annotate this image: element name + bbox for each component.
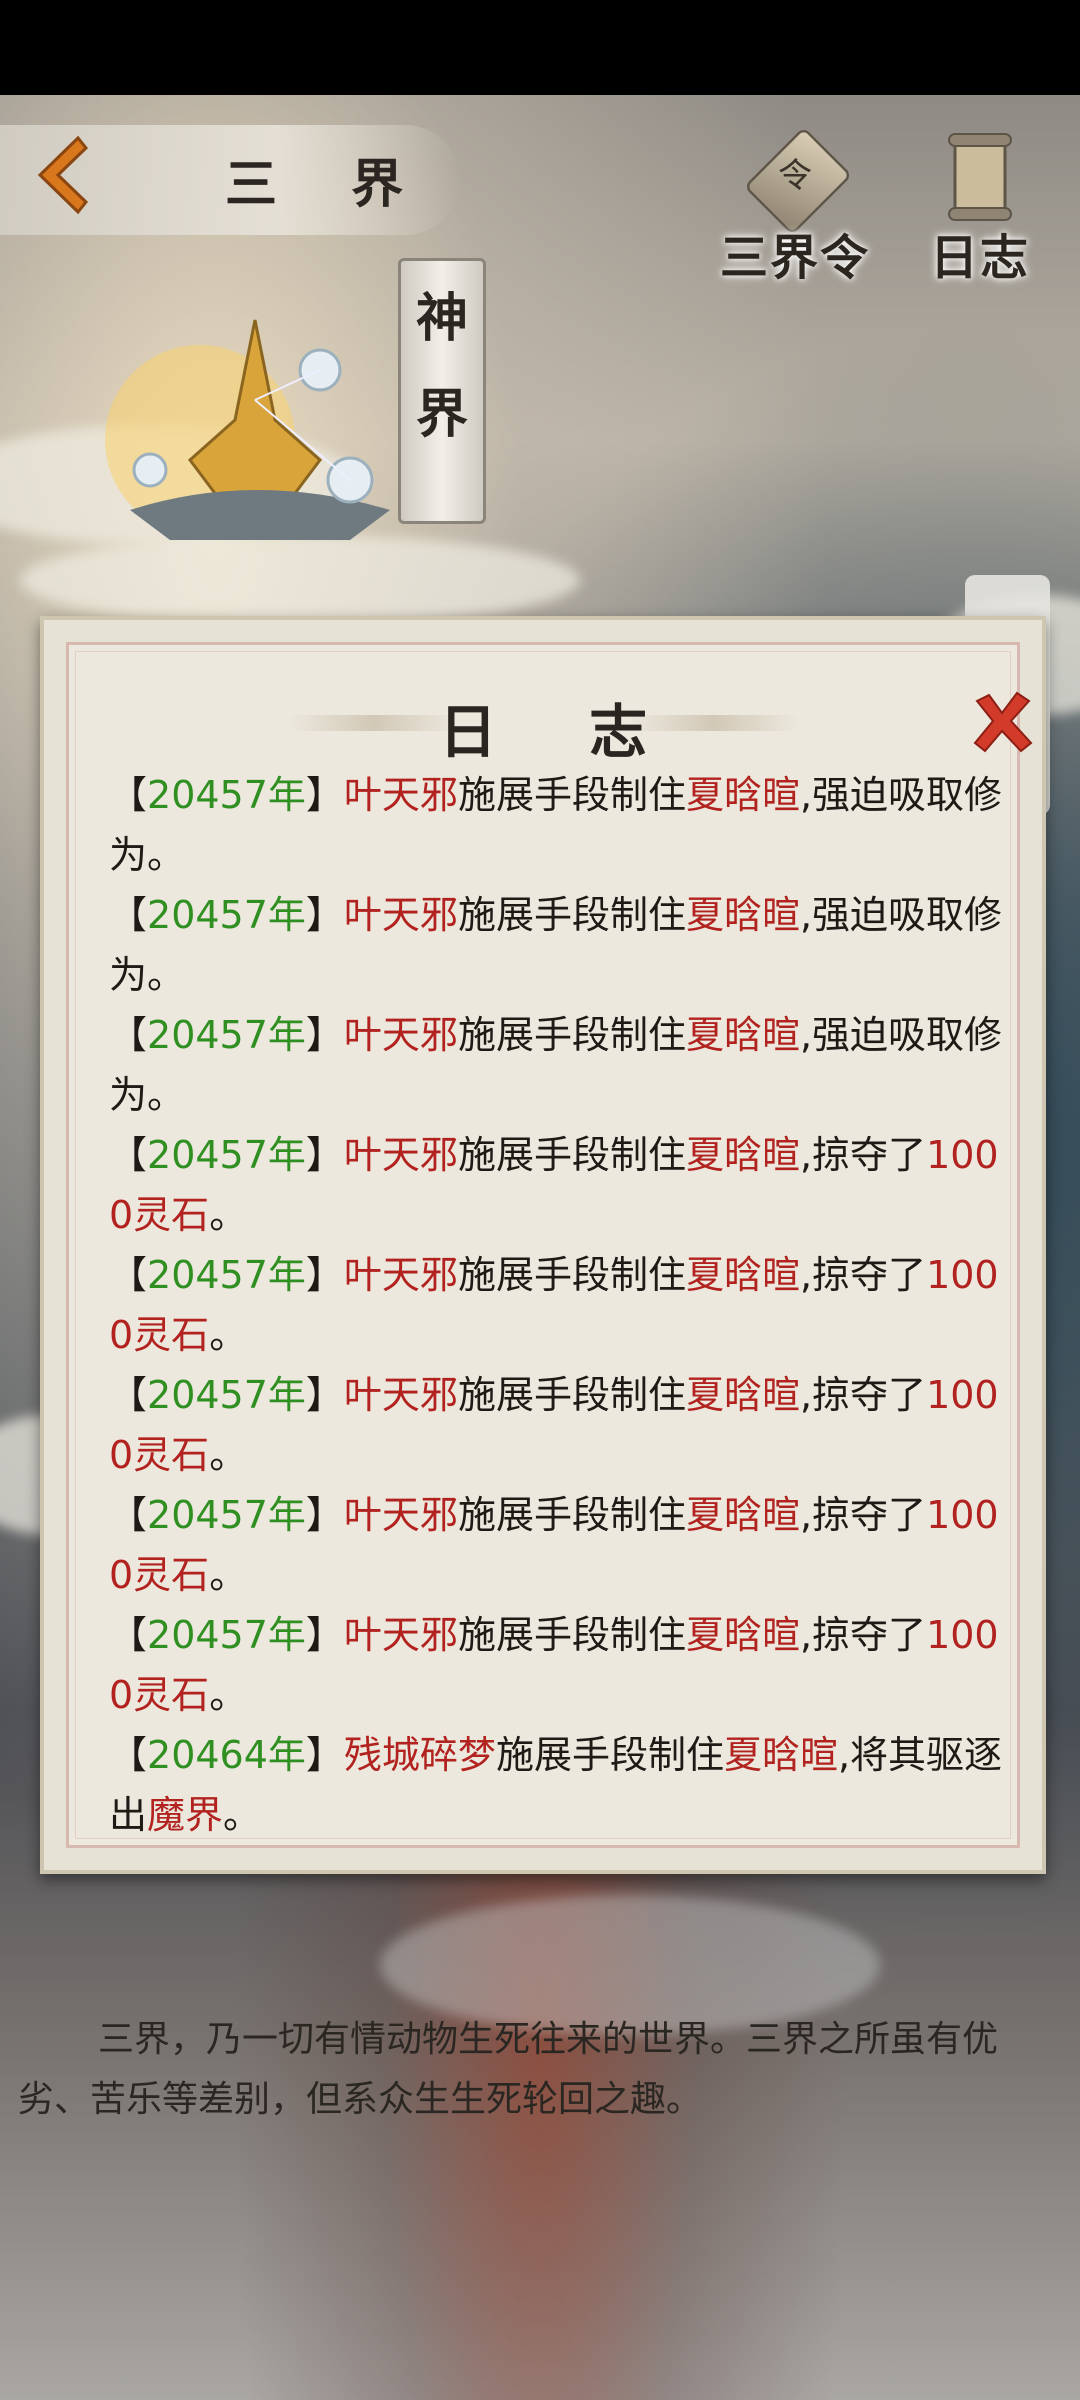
log-year: 20464年: [147, 1733, 306, 1777]
log-entry: 【20464年】残城碎梦施展手段制住夏晗暄,将其驱逐出魔界。: [109, 1725, 1009, 1845]
log-verb: 施展手段制住: [457, 1133, 686, 1177]
log-target: 夏晗暄: [685, 1373, 800, 1417]
log-actor: 叶天邪: [343, 1493, 458, 1537]
log-bracket-open: 【: [109, 1013, 148, 1057]
log-actor: 叶天邪: [343, 1253, 458, 1297]
log-target: 夏晗暄: [723, 1733, 838, 1777]
log-target: 夏晗暄: [685, 1253, 800, 1297]
log-actor: 叶天邪: [343, 1133, 458, 1177]
realm-description: 三界，乃一切有情动物生死往来的世界。三界之所虽有优劣、苦乐等差别，但系众生生死轮…: [18, 2019, 999, 2120]
log-dialog: 日 志 【20457年】叶天邪施展手段制住夏晗暄,强迫吸取修为。 【20457年】…: [40, 616, 1046, 1874]
log-target: 夏晗暄: [685, 1493, 800, 1537]
log-bracket-open: 【: [109, 1253, 148, 1297]
log-label: 日志: [929, 230, 1030, 286]
log-action: ,掠夺了: [799, 1373, 927, 1417]
log-bracket-close: 】: [305, 1013, 344, 1057]
log-verb: 施展手段制住: [457, 773, 686, 817]
sanjie-ling-label: 三界令: [720, 230, 871, 286]
log-bracket-open: 【: [109, 773, 148, 817]
log-dialog-header: 日 志: [69, 685, 1017, 766]
log-year: 20457年: [147, 1253, 306, 1297]
log-entry: 【20457年】叶天邪施展手段制住夏晗暄,掠夺了1000灵石。: [109, 1365, 1009, 1485]
log-entry: 【20457年】叶天邪施展手段制住夏晗暄,强迫吸取修为。: [109, 765, 1009, 885]
log-target: 夏晗暄: [685, 773, 800, 817]
log-verb: 施展手段制住: [457, 1373, 686, 1417]
log-verb: 施展手段制住: [457, 893, 686, 937]
log-bracket-open: 【: [109, 1733, 148, 1777]
log-target: 夏晗暄: [685, 1613, 800, 1657]
status-bar: [0, 0, 1080, 95]
log-year: 20457年: [147, 1373, 306, 1417]
log-list: 【20457年】叶天邪施展手段制住夏晗暄,强迫吸取修为。 【20457年】叶天邪施…: [109, 765, 1009, 1845]
log-tail: 。: [209, 1673, 248, 1717]
log-year: 20457年: [147, 1133, 306, 1177]
log-entry: 【20457年】叶天邪施展手段制住夏晗暄,掠夺了1000灵石。: [109, 1125, 1009, 1245]
log-bracket-close: 】: [305, 893, 344, 937]
log-target: 夏晗暄: [685, 1133, 800, 1177]
log-verb: 施展手段制住: [457, 1613, 686, 1657]
log-target: 夏晗暄: [685, 1013, 800, 1057]
log-tail: 。: [209, 1433, 248, 1477]
log-actor: 叶天邪: [343, 1013, 458, 1057]
log-year: 20457年: [147, 1613, 306, 1657]
page-title: 三 界: [225, 154, 432, 215]
log-action: ,掠夺了: [799, 1493, 927, 1537]
sanjie-ling-button[interactable]: 令 三界令: [720, 118, 870, 288]
log-tail: 。: [209, 1313, 248, 1357]
log-entry: 【20457年】叶天邪施展手段制住夏晗暄,强迫吸取修为。: [109, 885, 1009, 1005]
log-bracket-close: 】: [305, 1253, 344, 1297]
back-arrow-icon: [37, 135, 89, 215]
log-year: 20457年: [147, 1493, 306, 1537]
log-year: 20457年: [147, 893, 306, 937]
log-bracket-open: 【: [109, 1613, 148, 1657]
log-bracket-open: 【: [109, 893, 148, 937]
log-entry: 【20457年】叶天邪施展手段制住夏晗暄,掠夺了1000灵石。: [109, 1485, 1009, 1605]
divine-palace-illustration: [105, 319, 390, 540]
log-year: 20457年: [147, 773, 306, 817]
log-bracket-close: 】: [305, 1373, 344, 1417]
log-action: ,掠夺了: [799, 1133, 927, 1177]
log-bracket-close: 】: [305, 773, 344, 817]
log-bracket-close: 】: [305, 1493, 344, 1537]
log-bracket-open: 【: [109, 1133, 148, 1177]
log-bracket-open: 【: [109, 1373, 148, 1417]
log-entry: 【20457年】叶天邪施展手段制住夏晗暄,掠夺了1000灵石。: [109, 1605, 1009, 1725]
token-glyph: 令: [778, 156, 812, 196]
back-button[interactable]: [28, 130, 98, 220]
log-bracket-close: 】: [305, 1733, 344, 1777]
close-button[interactable]: [967, 687, 1037, 757]
log-tail: 。: [209, 1193, 248, 1237]
log-entry: 【20457年】叶天邪施展手段制住夏晗暄,强迫吸取修为。: [109, 1005, 1009, 1125]
log-bracket-close: 】: [305, 1613, 344, 1657]
log-actor: 叶天邪: [343, 1613, 458, 1657]
log-bracket-close: 】: [305, 1133, 344, 1177]
log-action: ,掠夺了: [799, 1613, 927, 1657]
log-button[interactable]: 日志: [905, 118, 1055, 288]
log-dialog-panel: 日 志 【20457年】叶天邪施展手段制住夏晗暄,强迫吸取修为。 【20457年】…: [66, 642, 1033, 1848]
log-actor: 叶天邪: [343, 773, 458, 817]
log-verb: 施展手段制住: [457, 1493, 686, 1537]
log-dialog-title: 日 志: [438, 698, 684, 766]
log-amount: 魔界: [147, 1793, 224, 1837]
log-tail: 。: [223, 1793, 262, 1837]
log-year: 20457年: [147, 1013, 306, 1057]
log-verb: 施展手段制住: [457, 1253, 686, 1297]
log-entry: 【20457年】叶天邪施展手段制住夏晗暄,掠夺了1000灵石。: [109, 1245, 1009, 1365]
log-bracket-open: 【: [109, 1493, 148, 1537]
log-verb: 施展手段制住: [495, 1733, 724, 1777]
log-action: ,掠夺了: [799, 1253, 927, 1297]
log-actor: 叶天邪: [343, 1373, 458, 1417]
log-verb: 施展手段制住: [457, 1013, 686, 1057]
log-actor: 残城碎梦: [343, 1733, 496, 1777]
log-tail: 。: [209, 1553, 248, 1597]
log-target: 夏晗暄: [685, 893, 800, 937]
log-actor: 叶天邪: [343, 893, 458, 937]
close-icon: [973, 691, 1033, 753]
scroll-icon: [948, 133, 1012, 221]
